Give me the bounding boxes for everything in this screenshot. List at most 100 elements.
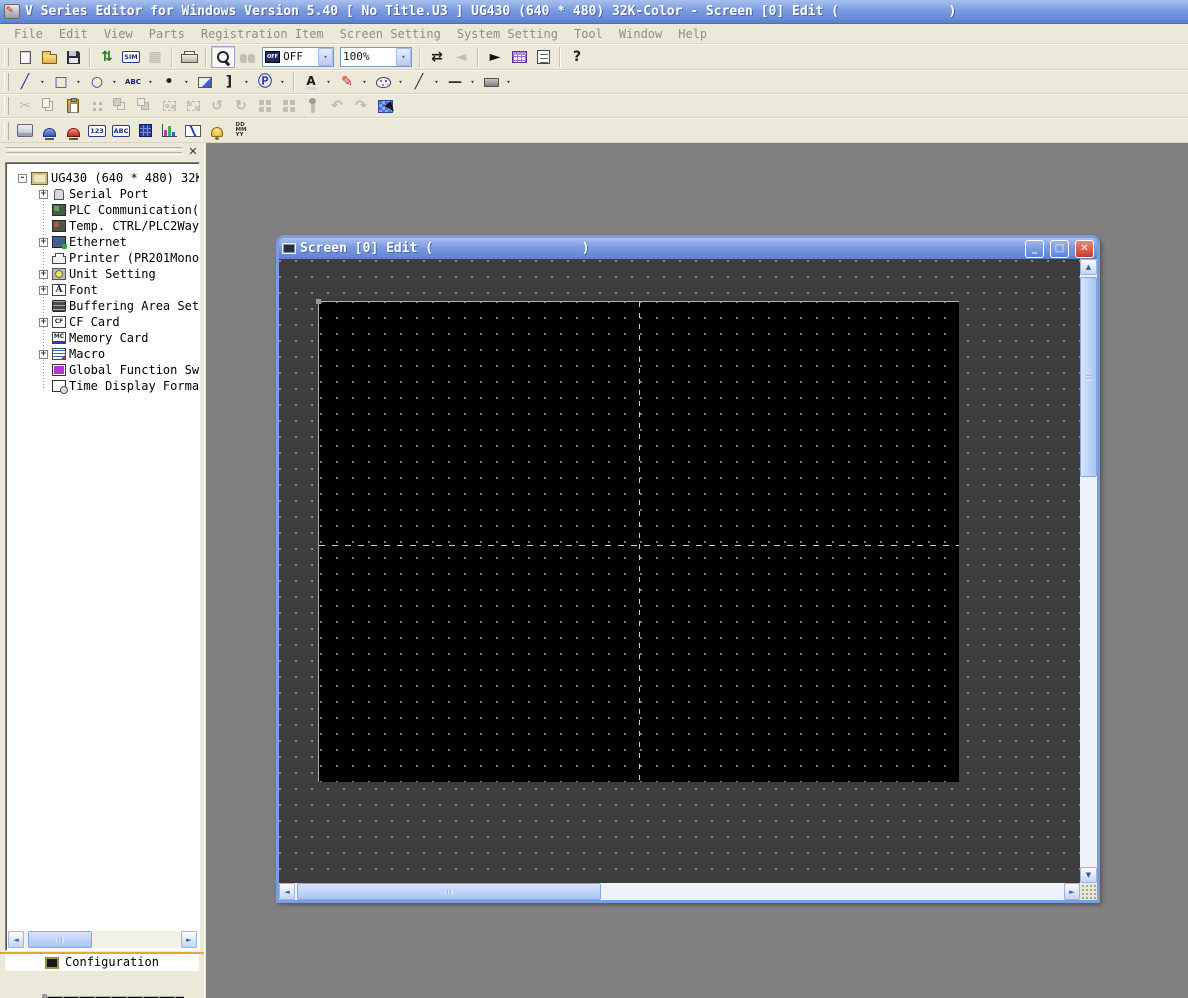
scroll-down-button[interactable] (1080, 867, 1097, 883)
numeric-display-button[interactable]: 123 (85, 120, 109, 142)
off-display-combo[interactable]: OFFOFF▾ (262, 47, 334, 67)
vertical-scrollbar[interactable] (1080, 259, 1097, 883)
expander-plus[interactable]: + (39, 270, 48, 279)
menu-registration-item[interactable]: Registration Item (193, 24, 332, 44)
open-file-button[interactable] (37, 46, 61, 68)
tree-item-memory-card[interactable]: Memory Card (6, 330, 199, 346)
ellipse-tool[interactable]: ○ (85, 71, 109, 93)
text-tool-dropdown[interactable]: ▾ (145, 72, 156, 92)
maximize-button[interactable]: □ (1050, 240, 1069, 258)
scale-tool-dropdown[interactable]: ▾ (241, 72, 252, 92)
scroll-thumb[interactable] (28, 931, 92, 948)
screen-area[interactable] (318, 301, 959, 782)
transfer-button[interactable]: ⇅ (95, 46, 119, 68)
edit-canvas[interactable] (279, 259, 1080, 883)
overlap-order-button[interactable]: ⇄ (425, 46, 449, 68)
char-color-button-dropdown[interactable]: ▾ (323, 72, 334, 92)
tree-item-temp-ctrl-plc2way[interactable]: Temp. CTRL/PLC2Way (6, 218, 199, 234)
print-button[interactable] (177, 46, 201, 68)
expander-plus[interactable]: + (39, 238, 48, 247)
menu-help[interactable]: Help (670, 24, 715, 44)
rectangle-tool[interactable]: □ (49, 71, 73, 93)
date-display-button[interactable]: DD MM YY (229, 120, 253, 142)
expander-plus[interactable]: + (39, 318, 48, 327)
lamp-part-button[interactable] (37, 120, 61, 142)
tree-horizontal-scrollbar[interactable] (8, 931, 197, 948)
text-tool[interactable]: ABC (121, 71, 145, 93)
help-button[interactable]: ? (565, 46, 589, 68)
tree-item-buffering-area-sett[interactable]: Buffering Area Sett (6, 298, 199, 314)
line-tool-dropdown[interactable]: ▾ (37, 72, 48, 92)
menu-system-setting[interactable]: System Setting (449, 24, 566, 44)
line-type-button-dropdown[interactable]: ▾ (431, 72, 442, 92)
new-file-button[interactable] (13, 46, 37, 68)
horizontal-scroll-thumb[interactable] (297, 883, 601, 900)
parts-tool[interactable]: Ⓟ (253, 71, 277, 93)
dot-tool-dropdown[interactable]: ▾ (181, 72, 192, 92)
paste-button[interactable] (61, 95, 85, 117)
zoom-level-combo[interactable]: 100%▾ (340, 47, 412, 67)
screen-call-button[interactable] (507, 46, 531, 68)
scroll-up-button[interactable] (1080, 259, 1097, 275)
dot-tool[interactable]: • (157, 71, 181, 93)
graph-part-button[interactable] (157, 120, 181, 142)
fill-type-button[interactable] (479, 71, 503, 93)
save-button[interactable] (61, 46, 85, 68)
menu-parts[interactable]: Parts (141, 24, 193, 44)
tree-item-ethernet[interactable]: +Ethernet (6, 234, 199, 250)
tree-item-serial-port[interactable]: +Serial Port (6, 186, 199, 202)
switch-part-button[interactable] (13, 120, 37, 142)
scale-tool[interactable]: ] (217, 71, 241, 93)
screen-edit-titlebar[interactable]: Screen [0] Edit ( ) _ □ ✕ (279, 238, 1097, 259)
expander-plus[interactable]: + (39, 190, 48, 199)
expander-plus[interactable]: + (39, 286, 48, 295)
expander-plus[interactable]: + (39, 350, 48, 359)
fill-type-button-dropdown[interactable]: ▾ (503, 72, 514, 92)
trend-part-button[interactable] (181, 120, 205, 142)
simulator-button[interactable]: SIM (119, 46, 143, 68)
tree-item-macro[interactable]: +Macro (6, 346, 199, 362)
menu-file[interactable]: File (6, 24, 51, 44)
tree-item-plc-communication-m[interactable]: PLC Communication(M (6, 202, 199, 218)
zoom-button[interactable] (211, 46, 235, 68)
menu-tool[interactable]: Tool (566, 24, 611, 44)
line-width-button[interactable]: — (443, 71, 467, 93)
horizontal-scrollbar[interactable] (279, 883, 1080, 900)
line-tool[interactable]: ╱ (13, 71, 37, 93)
tree-item-ug430-640-480-32k[interactable]: -UG430 (640 * 480) 32K- (6, 170, 199, 186)
zoom-level-combo-dropdown[interactable]: ▾ (396, 48, 411, 66)
tree-item-time-display-format[interactable]: Time Display Format (6, 378, 199, 394)
pen-color-button-dropdown[interactable]: ▾ (359, 72, 370, 92)
next-screen-button[interactable]: ► (483, 46, 507, 68)
alarm-lamp-part-button[interactable] (61, 120, 85, 142)
off-display-combo-dropdown[interactable]: ▾ (318, 48, 333, 66)
vertical-scroll-thumb[interactable] (1080, 277, 1097, 477)
entry-part-button[interactable] (133, 120, 157, 142)
scroll-left-button[interactable] (279, 883, 295, 900)
scroll-left-button[interactable] (8, 931, 24, 948)
scroll-right-button[interactable] (1064, 883, 1080, 900)
close-button[interactable]: ✕ (1075, 240, 1094, 258)
resize-grip[interactable] (1080, 883, 1097, 900)
tree-item-printer-pr201monoch[interactable]: Printer (PR201Monoch (6, 250, 199, 266)
panel-close-button[interactable] (186, 144, 200, 158)
pen-color-button[interactable]: ✎ (335, 71, 359, 93)
palette-button-dropdown[interactable]: ▾ (395, 72, 406, 92)
rectangle-tool-dropdown[interactable]: ▾ (73, 72, 84, 92)
line-width-button-dropdown[interactable]: ▾ (467, 72, 478, 92)
panel-grip-handle[interactable] (6, 147, 182, 150)
line-type-button[interactable]: ╱ (407, 71, 431, 93)
tree-item-cf-card[interactable]: +CF Card (6, 314, 199, 330)
tree-item-unit-setting[interactable]: +Unit Setting (6, 266, 199, 282)
paint-tool[interactable] (193, 71, 217, 93)
menu-screen-setting[interactable]: Screen Setting (332, 24, 449, 44)
item-list-button[interactable] (531, 46, 555, 68)
panel-grip-handle-2[interactable] (6, 152, 182, 155)
char-color-button[interactable]: A (299, 71, 323, 93)
select-mode-button[interactable] (373, 95, 397, 117)
minimize-button[interactable]: _ (1025, 240, 1044, 258)
scroll-right-button[interactable] (181, 931, 197, 948)
tree-item-font[interactable]: +Font (6, 282, 199, 298)
menu-edit[interactable]: Edit (51, 24, 96, 44)
alarm-part-button[interactable] (205, 120, 229, 142)
